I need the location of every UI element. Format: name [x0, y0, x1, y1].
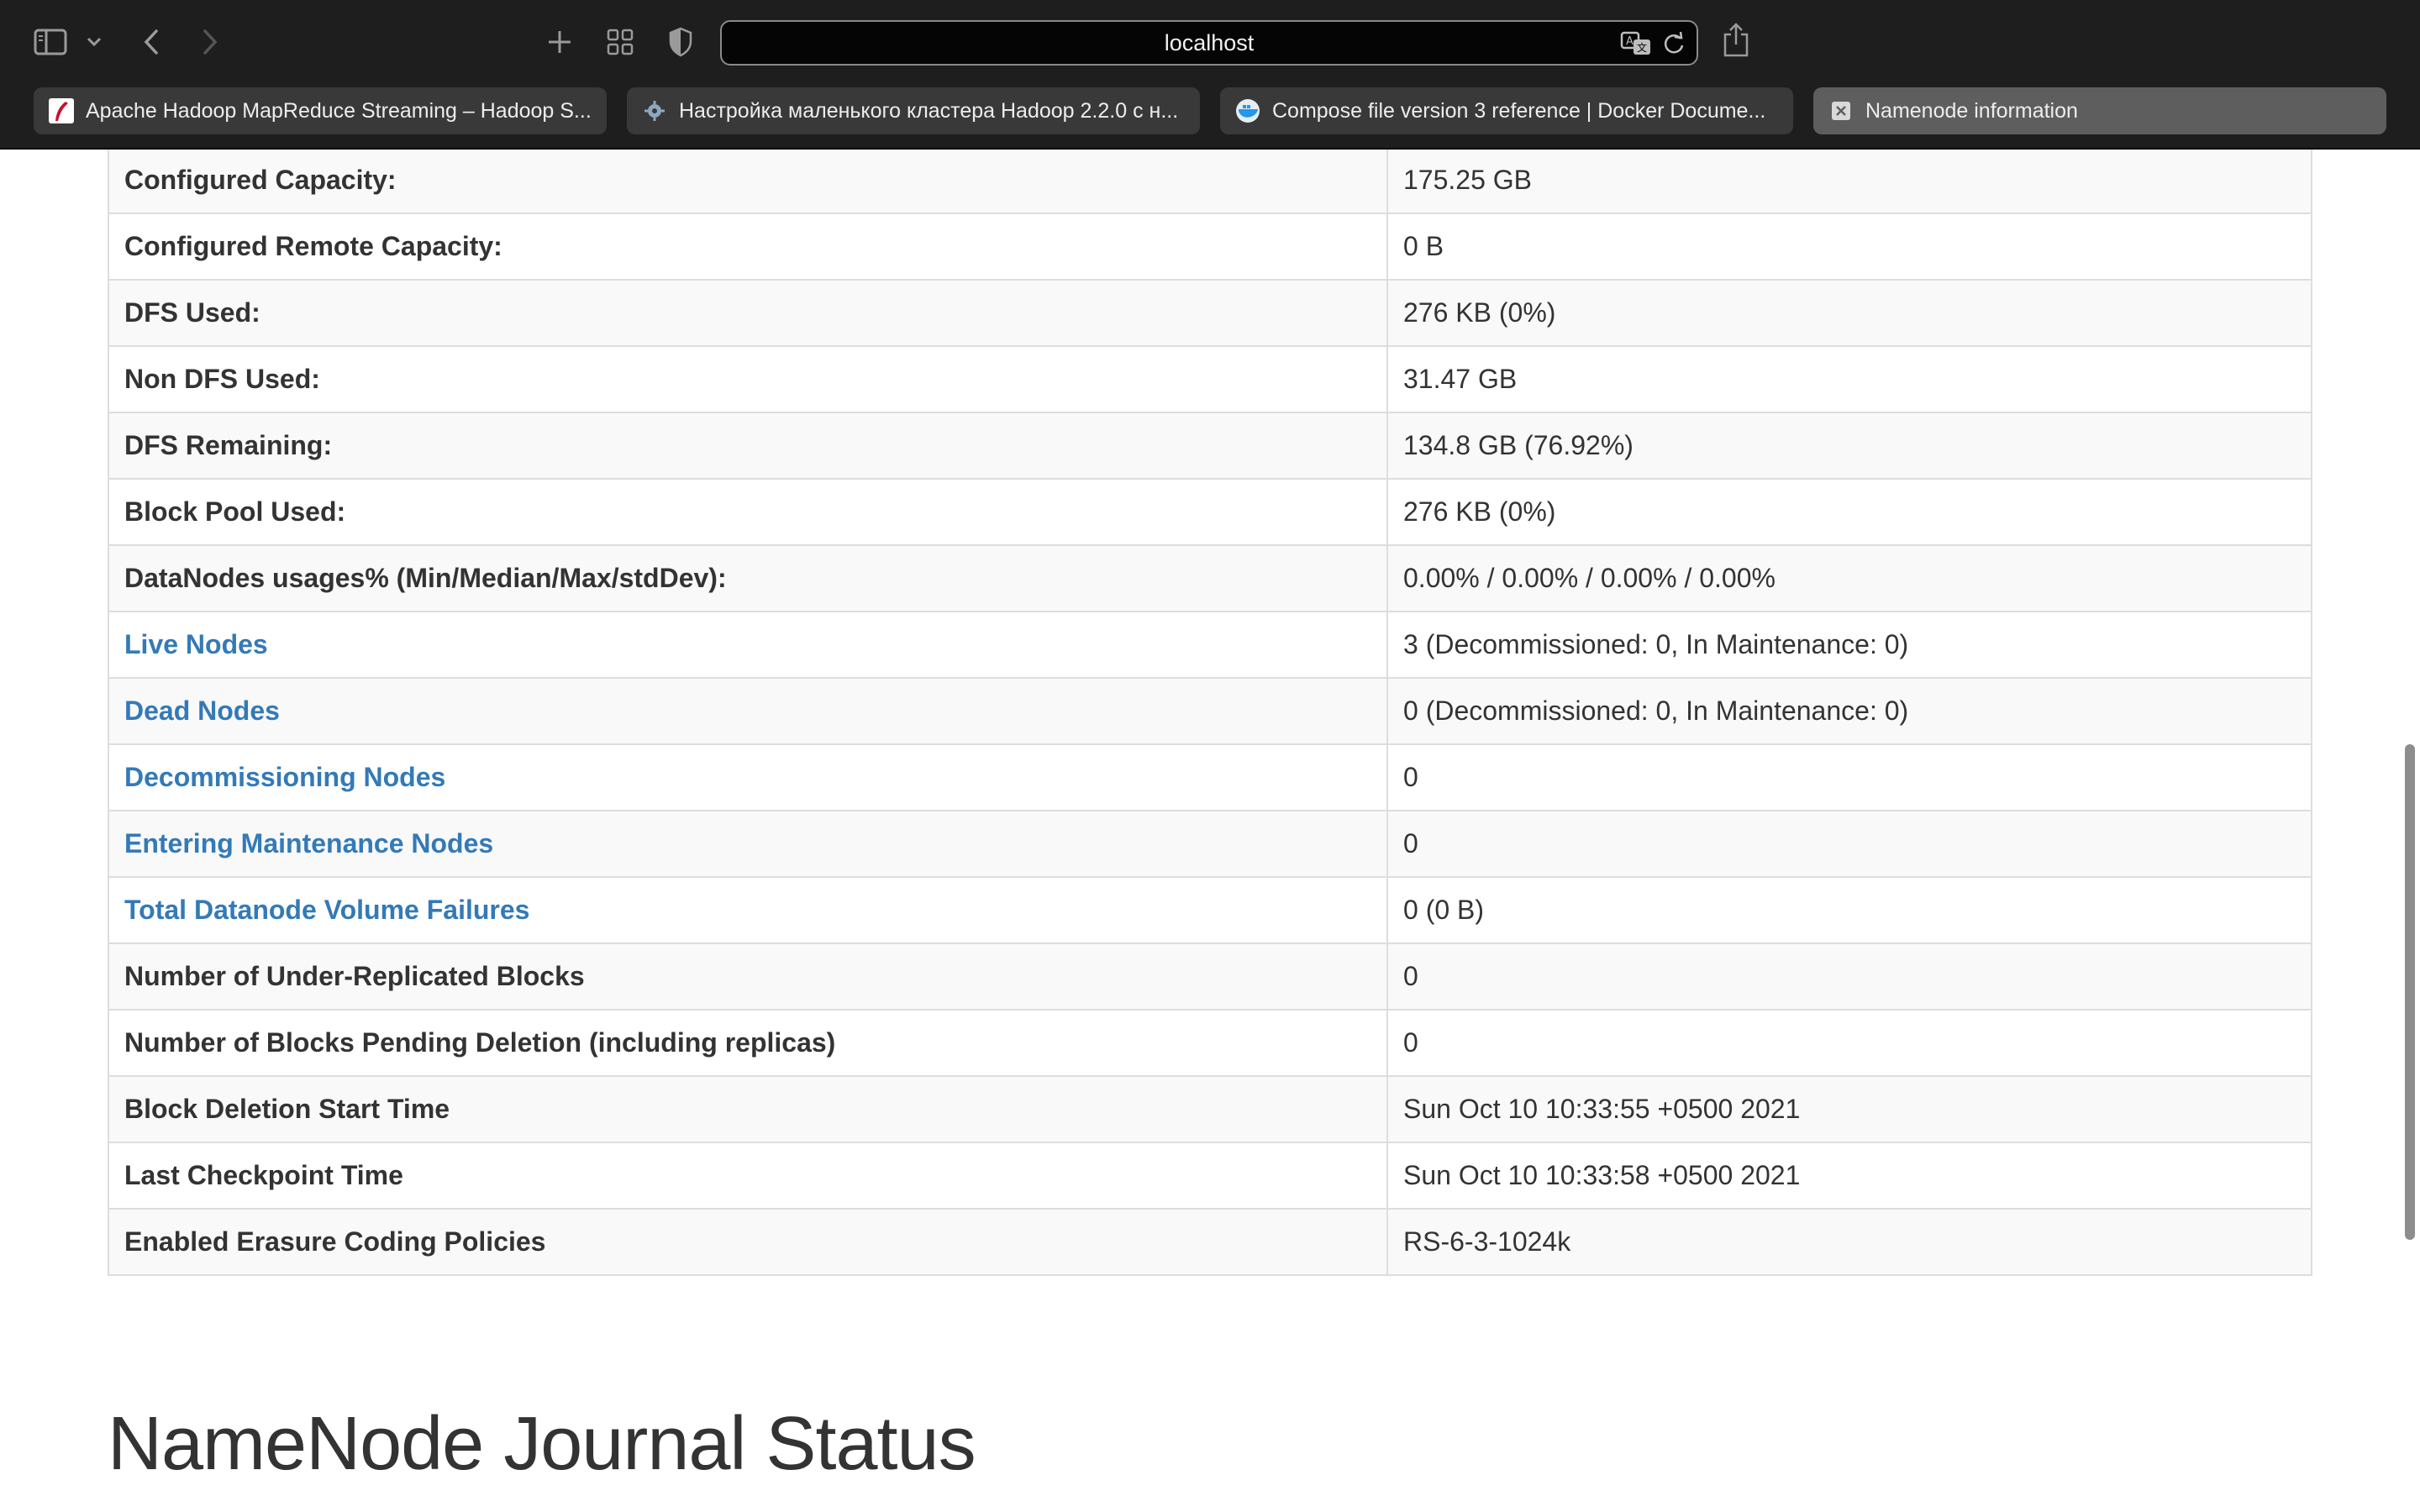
row-value: 276 KB (0%) [1386, 279, 2312, 347]
svg-text:文: 文 [1637, 41, 1647, 54]
table-row: DFS Used: 276 KB (0%) [108, 279, 2312, 347]
row-label: Block Deletion Start Time [108, 1075, 1388, 1143]
table-row: Last Checkpoint Time Sun Oct 10 10:33:58… [108, 1142, 2312, 1210]
hadoop-feather-icon [49, 98, 74, 123]
page-content: Configured Capacity: 175.25 GB Configure… [0, 150, 2420, 1512]
address-bar[interactable]: localhost A 文 [720, 20, 1698, 66]
row-value: 175.25 GB [1386, 150, 2312, 214]
row-label: DataNodes usages% (Min/Median/Max/stdDev… [108, 544, 1388, 612]
row-value: 0 [1386, 810, 2312, 878]
tab-title: Apache Hadoop MapReduce Streaming – Hado… [86, 98, 592, 123]
dead-nodes-link[interactable]: Dead Nodes [108, 677, 1388, 745]
translate-icon[interactable]: A 文 [1619, 29, 1653, 59]
share-icon[interactable] [1721, 22, 1751, 59]
summary-table: Configured Capacity: 175.25 GB Configure… [108, 150, 2312, 1276]
row-value: 276 KB (0%) [1386, 478, 2312, 546]
table-row: Live Nodes 3 (Decommissioned: 0, In Main… [108, 611, 2312, 679]
row-value: 3 (Decommissioned: 0, In Maintenance: 0) [1386, 611, 2312, 679]
row-value: 0 (Decommissioned: 0, In Maintenance: 0) [1386, 677, 2312, 745]
row-label: Number of Blocks Pending Deletion (inclu… [108, 1009, 1388, 1077]
reload-icon[interactable] [1661, 30, 1686, 57]
tab-title: Namenode information [1865, 98, 2078, 123]
sidebar-toggle-icon[interactable] [32, 27, 69, 57]
chevron-down-icon[interactable] [84, 32, 104, 52]
tab-namenode-information[interactable]: Namenode information [1813, 87, 2386, 134]
table-row: Decommissioning Nodes 0 [108, 743, 2312, 811]
row-label: Configured Capacity: [108, 150, 1388, 214]
close-tab-icon[interactable] [1828, 98, 1854, 123]
row-label: Configured Remote Capacity: [108, 213, 1388, 281]
row-label: DFS Used: [108, 279, 1388, 347]
journal-status-heading: NameNode Journal Status [108, 1402, 976, 1486]
new-tab-plus-icon[interactable] [544, 27, 575, 57]
tab-title: Настройка маленького кластера Hadoop 2.2… [679, 98, 1179, 123]
row-label: DFS Remaining: [108, 412, 1388, 480]
tab-hadoop-streaming[interactable]: Apache Hadoop MapReduce Streaming – Hado… [34, 87, 607, 134]
table-row: Total Datanode Volume Failures 0 (0 B) [108, 876, 2312, 944]
row-value: Sun Oct 10 10:33:58 +0500 2021 [1386, 1142, 2312, 1210]
table-row: Non DFS Used: 31.47 GB [108, 345, 2312, 413]
table-row: DataNodes usages% (Min/Median/Max/stdDev… [108, 544, 2312, 612]
entering-maintenance-nodes-link[interactable]: Entering Maintenance Nodes [108, 810, 1388, 878]
volume-failures-link[interactable]: Total Datanode Volume Failures [108, 876, 1388, 944]
row-value: 0 [1386, 942, 2312, 1011]
row-value: 0 [1386, 1009, 2312, 1077]
tab-hadoop-cluster-setup[interactable]: Настройка маленького кластера Hadoop 2.2… [627, 87, 1200, 134]
table-row: Enabled Erasure Coding Policies RS-6-3-1… [108, 1208, 2312, 1276]
table-row: Entering Maintenance Nodes 0 [108, 810, 2312, 878]
row-value: 134.8 GB (76.92%) [1386, 412, 2312, 480]
row-value: 0 B [1386, 213, 2312, 281]
back-arrow-icon[interactable] [139, 27, 163, 57]
table-row: Configured Capacity: 175.25 GB [108, 150, 2312, 214]
tab-title: Compose file version 3 reference | Docke… [1272, 98, 1766, 123]
row-label: Enabled Erasure Coding Policies [108, 1208, 1388, 1276]
row-value: 0.00% / 0.00% / 0.00% / 0.00% [1386, 544, 2312, 612]
table-row: Number of Under-Replicated Blocks 0 [108, 942, 2312, 1011]
decommissioning-nodes-link[interactable]: Decommissioning Nodes [108, 743, 1388, 811]
svg-text:A: A [1626, 35, 1634, 48]
table-row: DFS Remaining: 134.8 GB (76.92%) [108, 412, 2312, 480]
browser-toolbar: localhost A 文 Apache Hadoop MapReduce St… [0, 0, 2420, 150]
docker-icon [1235, 98, 1260, 123]
row-value: 0 [1386, 743, 2312, 811]
privacy-shield-icon[interactable] [666, 25, 696, 59]
live-nodes-link[interactable]: Live Nodes [108, 611, 1388, 679]
table-row: Number of Blocks Pending Deletion (inclu… [108, 1009, 2312, 1077]
gear-favicon-icon [642, 98, 667, 123]
table-row: Block Pool Used: 276 KB (0%) [108, 478, 2312, 546]
row-value: 31.47 GB [1386, 345, 2312, 413]
row-label: Non DFS Used: [108, 345, 1388, 413]
table-row: Block Deletion Start Time Sun Oct 10 10:… [108, 1075, 2312, 1143]
scrollbar[interactable] [2405, 744, 2415, 1240]
row-value: RS-6-3-1024k [1386, 1208, 2312, 1276]
forward-arrow-icon[interactable] [198, 27, 222, 57]
row-label: Number of Under-Replicated Blocks [108, 942, 1388, 1011]
tab-overview-grid-icon[interactable] [605, 27, 635, 57]
table-row: Configured Remote Capacity: 0 B [108, 213, 2312, 281]
tab-docker-compose-reference[interactable]: Compose file version 3 reference | Docke… [1220, 87, 1793, 134]
url-text: localhost [1164, 29, 1255, 55]
row-value: Sun Oct 10 10:33:55 +0500 2021 [1386, 1075, 2312, 1143]
row-label: Last Checkpoint Time [108, 1142, 1388, 1210]
table-row: Dead Nodes 0 (Decommissioned: 0, In Main… [108, 677, 2312, 745]
row-label: Block Pool Used: [108, 478, 1388, 546]
row-value: 0 (0 B) [1386, 876, 2312, 944]
